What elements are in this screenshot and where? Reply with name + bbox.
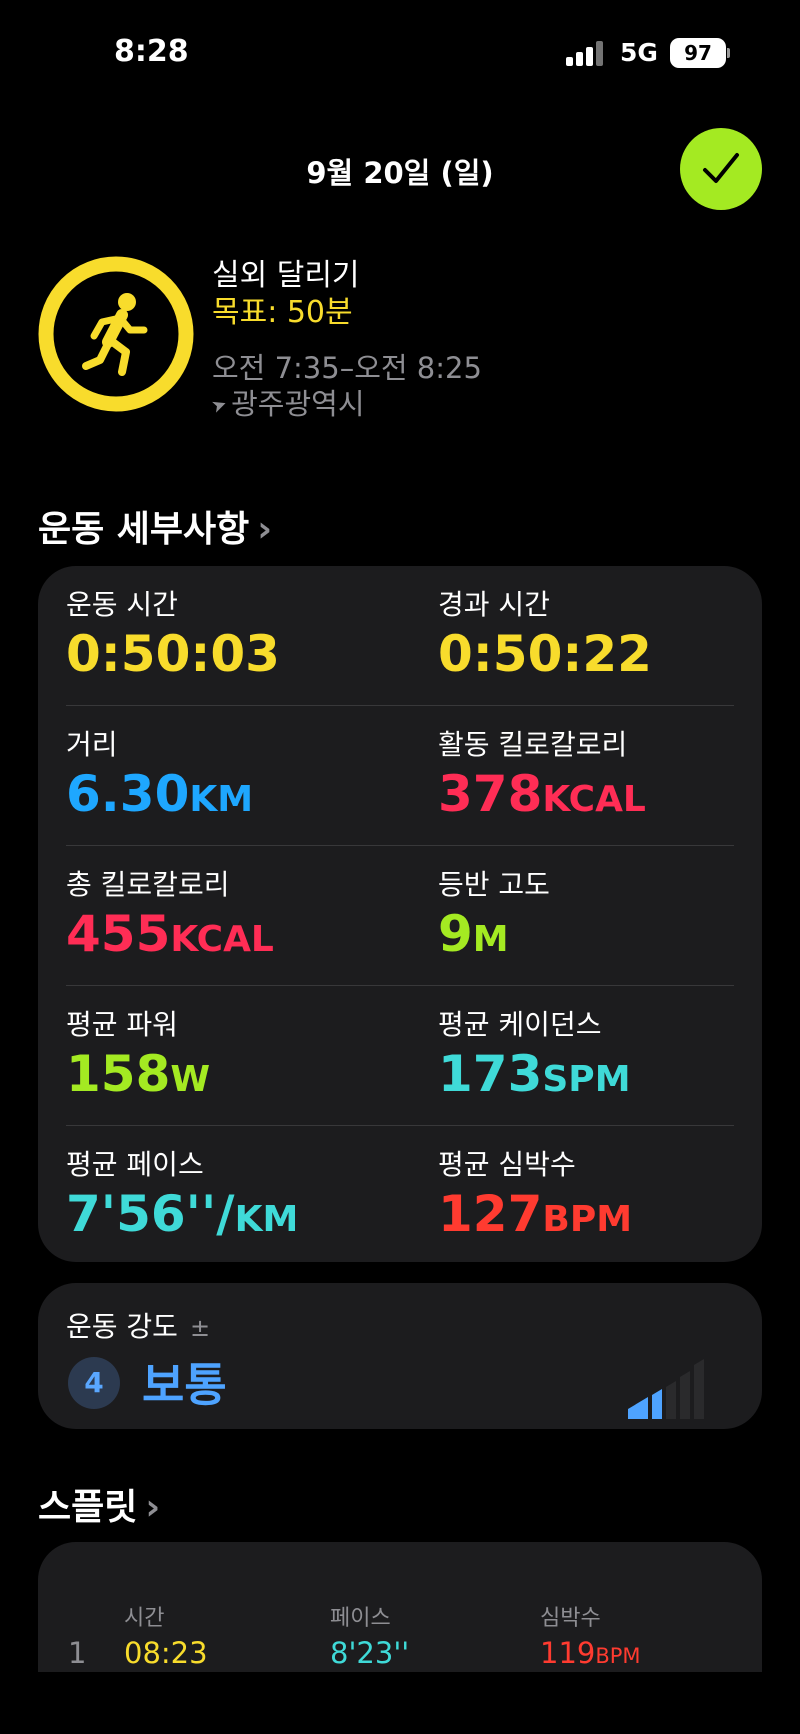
metric-unit: KM [234,1199,299,1240]
location-arrow-icon: ➤ [208,393,231,418]
metric-number: 127 [438,1185,543,1243]
effort-label-text: 운동 강도 [66,1310,178,1343]
metric-row: 총 킬로칼로리 455KCAL 등반 고도 9M [66,846,734,986]
network-type: 5G [620,38,658,67]
chevron-right-icon: › [145,1487,161,1528]
metric-value: 158W [66,1046,400,1108]
status-bar: 8:28 5G 97 [0,0,800,100]
split-hr-value: 119 [540,1636,596,1670]
metric-item: 평균 심박수 127BPM [438,1126,772,1248]
metric-label: 활동 킬로칼로리 [438,728,628,761]
split-pace: 8'23'' [330,1636,410,1670]
effort-label: 운동 강도 ± [66,1305,210,1345]
metric-value: 173SPM [438,1046,772,1108]
metric-number: 158 [66,1045,171,1103]
effort-bars-icon [628,1359,704,1419]
metric-value: 6.30KM [66,766,400,828]
effort-level-text: 보통 [142,1358,227,1412]
metric-item: 등반 고도 9M [438,846,772,968]
metric-label: 평균 파워 [66,1008,178,1041]
metric-label: 등반 고도 [438,868,550,901]
metric-row: 평균 페이스 7'56''/KM 평균 심박수 127BPM [66,1126,734,1266]
metric-item: 경과 시간 0:50:22 [438,566,772,688]
workout-summary: 실외 달리기 목표: 50분 오전 7:35–오전 8:25 ➤광주광역시 [209,258,482,424]
metric-row: 평균 파워 158W 평균 케이던스 173SPM [66,986,734,1126]
metric-item: 운동 시간 0:50:03 [66,566,400,688]
metric-number: 0:50:03 [66,625,280,683]
workout-name: 실외 달리기 [212,258,360,293]
metric-item: 평균 케이던스 173SPM [438,986,772,1108]
details-section-header[interactable]: 운동 세부사항 › [38,500,272,552]
metric-label: 평균 케이던스 [438,1008,602,1041]
battery-icon: 97 [670,38,726,68]
status-time: 8:28 [114,34,189,69]
metric-number: 0:50:22 [438,625,652,683]
metric-row: 운동 시간 0:50:03 경과 시간 0:50:22 [66,566,734,706]
bottom-mask [0,1672,800,1734]
metric-number: 455 [66,905,171,963]
metric-unit: W [170,1059,211,1100]
details-title: 운동 세부사항 [38,509,250,550]
metric-number: 7'56''/ [66,1185,235,1243]
metric-label: 운동 시간 [66,588,178,621]
metric-number: 6.30 [66,765,190,823]
metric-value: 0:50:03 [66,626,400,688]
split-hr: 119BPM [540,1636,641,1670]
metric-number: 378 [438,765,543,823]
split-hr-unit: BPM [595,1644,641,1668]
split-index: 1 [68,1636,87,1670]
splits-title: 스플릿 [38,1487,138,1528]
workout-goal: 목표: 50분 [212,295,353,330]
metric-item: 총 킬로칼로리 455KCAL [66,846,400,968]
metric-label: 평균 페이스 [66,1148,204,1181]
chevron-right-icon: › [257,509,273,550]
metric-number: 9 [438,905,473,963]
effort-card[interactable]: 운동 강도 ± 4 보통 [38,1283,762,1429]
metric-value: 127BPM [438,1186,772,1248]
split-header-hr: 심박수 [540,1606,601,1631]
metric-value: 7'56''/KM [66,1186,400,1248]
running-figure-icon [38,256,194,412]
splits-section-header[interactable]: 스플릿 › [38,1478,160,1530]
metric-value: 378KCAL [438,766,772,828]
done-button[interactable] [680,128,762,210]
workout-location: ➤광주광역시 [209,386,482,424]
battery-tip [727,48,730,58]
metric-unit: KM [189,779,254,820]
metric-unit: BPM [542,1199,633,1240]
metric-item: 거리 6.30KM [66,706,400,828]
metric-label: 경과 시간 [438,588,550,621]
metric-value: 0:50:22 [438,626,772,688]
effort-level-badge: 4 [68,1357,120,1409]
metric-value: 455KCAL [66,906,400,968]
workout-time-range: 오전 7:35–오전 8:25 [212,351,482,385]
location-text: 광주광역시 [231,387,365,421]
metric-item: 활동 킬로칼로리 378KCAL [438,706,772,828]
metric-unit: SPM [542,1059,631,1100]
split-header-pace: 페이스 [330,1606,391,1631]
checkmark-icon [703,153,739,183]
metric-number: 173 [438,1045,543,1103]
metric-unit: KCAL [170,919,274,960]
workout-details-card: 운동 시간 0:50:03 경과 시간 0:50:22 거리 6.30KM 활동 킬로칼로리… [38,566,762,1262]
metric-item: 평균 파워 158W [66,986,400,1108]
metric-unit: KCAL [542,779,646,820]
cellular-signal-icon [566,40,606,66]
metric-label: 총 킬로칼로리 [66,868,230,901]
metric-label: 거리 [66,728,118,761]
metric-label: 평균 심박수 [438,1148,576,1181]
split-header-time: 시간 [124,1606,165,1631]
metric-value: 9M [438,906,772,968]
metric-unit: M [472,919,509,960]
adjust-icon: ± [189,1314,211,1342]
split-time: 08:23 [124,1636,208,1670]
metric-row: 거리 6.30KM 활동 킬로칼로리 378KCAL [66,706,734,846]
metric-item: 평균 페이스 7'56''/KM [66,1126,400,1248]
